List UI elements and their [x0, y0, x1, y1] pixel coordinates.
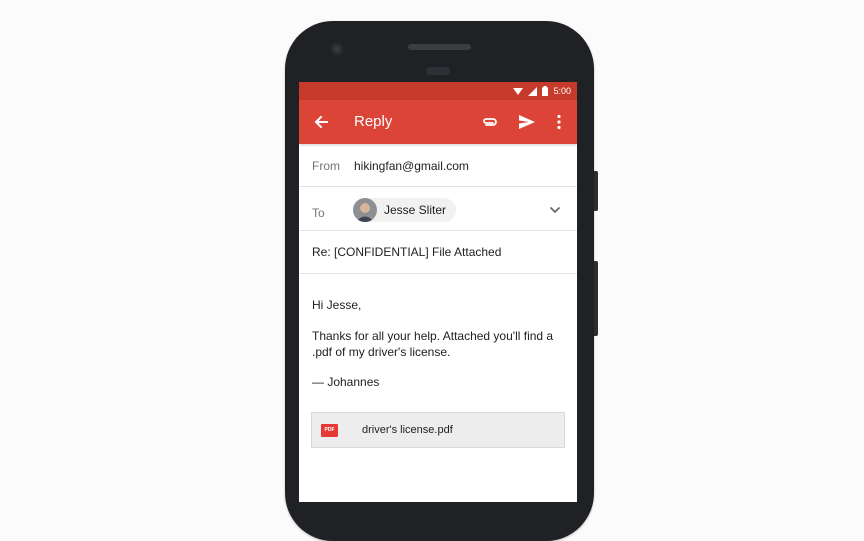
recipient-chip[interactable]: Jesse Sliter — [353, 198, 457, 222]
attachment-file-name: driver's license.pdf — [362, 424, 453, 436]
from-label: From — [312, 159, 340, 173]
message-signature: — Johannes — [312, 375, 380, 389]
front-camera — [331, 43, 343, 55]
subject-field[interactable]: Re: [CONFIDENTIAL] File Attached — [312, 245, 501, 259]
from-address[interactable]: hikingfan@gmail.com — [354, 159, 469, 173]
proximity-sensor — [426, 67, 450, 75]
send-icon[interactable] — [517, 112, 537, 132]
status-time: 5:00 — [553, 86, 571, 96]
app-bar: Reply — [299, 100, 577, 144]
volume-button — [594, 261, 598, 336]
subject-row[interactable]: Re: [CONFIDENTIAL] File Attached — [299, 231, 577, 274]
attachment-chip[interactable]: PDF driver's license.pdf — [311, 412, 565, 448]
message-paragraph: Thanks for all your help. Attached you'l… — [312, 329, 554, 359]
wifi-icon — [513, 88, 524, 95]
to-row[interactable]: To Jesse Sliter — [299, 187, 577, 231]
battery-icon — [542, 86, 549, 96]
recipient-name: Jesse Sliter — [384, 203, 447, 217]
more-vert-icon[interactable] — [549, 112, 569, 132]
power-button — [594, 171, 598, 211]
earpiece-speaker — [408, 44, 471, 50]
pdf-file-icon: PDF — [321, 424, 338, 437]
from-row[interactable]: From hikingfan@gmail.com — [299, 144, 577, 187]
signal-icon — [528, 86, 538, 96]
to-label: To — [312, 206, 325, 220]
status-bar: 5:00 — [299, 82, 577, 100]
page-title: Reply — [354, 113, 393, 130]
back-arrow-icon[interactable] — [311, 112, 331, 132]
attach-icon[interactable] — [480, 112, 500, 132]
message-greeting: Hi Jesse, — [312, 298, 362, 312]
phone-screen: 5:00 Reply From hikingfan@gmail.com To J… — [299, 82, 577, 502]
chevron-down-icon[interactable] — [549, 206, 561, 214]
recipient-avatar — [353, 198, 377, 222]
